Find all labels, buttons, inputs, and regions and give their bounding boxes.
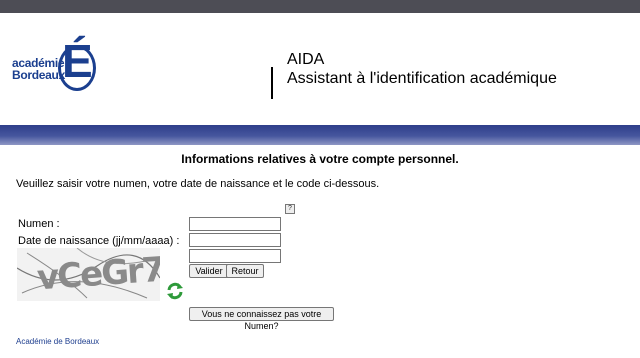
footer-link[interactable]: Académie de Bordeaux (16, 337, 99, 346)
logo-letter: É (62, 35, 93, 87)
numen-label: Numen : (18, 218, 60, 230)
refresh-icon[interactable] (165, 281, 185, 301)
app-subtitle: Assistant à l'identification académique (287, 70, 557, 87)
birthdate-input[interactable] (189, 233, 281, 247)
forgot-numen-button[interactable]: Vous ne connaissez pas votre Numen? (189, 307, 334, 331)
numen-input[interactable] (189, 217, 281, 231)
logo-line2: Bordeaux (12, 68, 65, 82)
top-bar (0, 0, 640, 13)
title-separator (271, 67, 273, 99)
validate-button[interactable]: Valider (189, 264, 229, 278)
academie-bordeaux-logo: É académie Bordeaux (12, 29, 96, 99)
birthdate-label: Date de naissance (jj/mm/aaaa) : (18, 235, 180, 247)
header-band (0, 125, 640, 145)
section-title: Informations relatives à votre compte pe… (181, 152, 459, 166)
captcha-image: vCeGr7 (17, 248, 160, 301)
logo-text: académie Bordeaux (12, 57, 65, 81)
instructions-text: Veuillez saisir votre numen, votre date … (16, 178, 380, 190)
captcha-input[interactable] (189, 249, 281, 263)
back-button[interactable]: Retour (226, 264, 264, 278)
app-title: AIDA (287, 51, 325, 68)
help-icon[interactable]: ? (285, 204, 295, 214)
captcha-text: vCeGr7 (35, 249, 160, 299)
